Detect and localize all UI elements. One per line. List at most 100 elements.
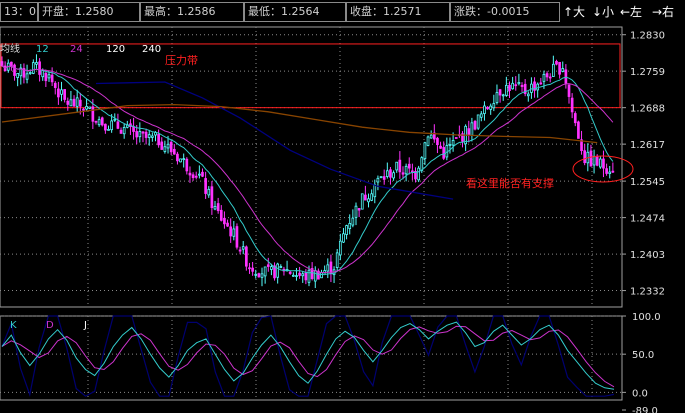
candle-body bbox=[213, 205, 217, 210]
candle-body bbox=[185, 158, 189, 172]
candle-body bbox=[78, 99, 82, 107]
candle-body bbox=[470, 122, 474, 136]
candle-body bbox=[194, 175, 198, 178]
candle-body bbox=[169, 141, 173, 153]
candle-body bbox=[41, 70, 45, 78]
scroll-left-button[interactable]: ←左 bbox=[620, 2, 642, 22]
candle-body bbox=[10, 61, 13, 67]
candle-body bbox=[395, 161, 399, 171]
candle-body bbox=[304, 272, 308, 281]
candle-body bbox=[263, 266, 267, 277]
candle-body bbox=[514, 84, 518, 87]
candle-body bbox=[608, 171, 612, 174]
candle-body bbox=[401, 172, 405, 175]
candle-body bbox=[489, 105, 493, 110]
candle-body bbox=[154, 132, 157, 136]
kdj-legend-d: D bbox=[46, 320, 54, 331]
candle-body bbox=[179, 158, 182, 163]
candle-body bbox=[335, 252, 339, 268]
candle-body bbox=[232, 228, 236, 237]
candle-body bbox=[219, 209, 223, 221]
candle-body bbox=[163, 146, 167, 152]
candle-body bbox=[72, 98, 76, 107]
resistance-zone-box bbox=[0, 43, 621, 109]
price-panel-frame bbox=[0, 26, 623, 308]
y-tick-label: 1.2474 bbox=[630, 214, 665, 225]
candle-body bbox=[389, 169, 392, 178]
y-tick-label: 1.2759 bbox=[630, 67, 665, 78]
candle-body bbox=[291, 274, 295, 277]
candle-body bbox=[288, 271, 292, 274]
candle-body bbox=[119, 129, 123, 134]
candle-body bbox=[429, 134, 433, 139]
scroll-right-button[interactable]: →右 bbox=[652, 2, 674, 22]
candle-body bbox=[132, 126, 135, 132]
candle-body bbox=[611, 170, 615, 173]
candle-body bbox=[364, 194, 367, 201]
candle-body bbox=[573, 113, 577, 124]
candle-body bbox=[542, 73, 546, 82]
candle-body bbox=[226, 222, 229, 227]
candle-body bbox=[116, 121, 120, 129]
candle-body bbox=[552, 63, 555, 77]
candle-body bbox=[57, 88, 60, 98]
candle-body bbox=[298, 272, 301, 276]
candle-body bbox=[50, 74, 54, 83]
candle-body bbox=[520, 84, 524, 87]
candle-body bbox=[147, 134, 151, 138]
candle-body bbox=[166, 143, 170, 149]
candle-body bbox=[454, 137, 458, 139]
candle-body bbox=[270, 266, 273, 270]
kdj-panel-frame bbox=[0, 315, 623, 401]
candle-body bbox=[602, 158, 605, 169]
candle-body bbox=[66, 100, 70, 105]
candle-body bbox=[107, 128, 110, 131]
candle-body bbox=[104, 123, 107, 131]
candle-body bbox=[223, 217, 226, 225]
legend-entry: 12 bbox=[36, 44, 49, 55]
candle-body bbox=[313, 270, 317, 282]
candle-body bbox=[75, 97, 79, 107]
candle-body bbox=[16, 73, 20, 78]
candle-body bbox=[467, 128, 471, 136]
candle-body bbox=[536, 83, 540, 91]
kdj-tick-label: 50.0 bbox=[632, 350, 654, 361]
candle-body bbox=[558, 61, 561, 75]
candle-body bbox=[135, 131, 139, 138]
ma24-line bbox=[1, 65, 614, 274]
y-tick-label: 1.2617 bbox=[630, 140, 665, 151]
candle-body bbox=[176, 153, 179, 162]
candle-body bbox=[276, 263, 280, 278]
candle-body bbox=[28, 72, 32, 74]
candle-body bbox=[530, 83, 533, 93]
candle-body bbox=[351, 217, 355, 226]
candle-body bbox=[451, 140, 455, 146]
candle-body bbox=[94, 120, 98, 123]
legend-entry: 120 bbox=[106, 44, 125, 55]
y-tick-label: 1.2545 bbox=[630, 177, 665, 188]
candle-body bbox=[110, 120, 113, 131]
candle-body bbox=[342, 233, 345, 243]
kdj-legend-j: J bbox=[83, 320, 87, 331]
kdj-tick-label: 0.0 bbox=[632, 388, 648, 399]
candle-body bbox=[141, 131, 145, 134]
candle-body bbox=[517, 82, 521, 85]
candle-body bbox=[91, 106, 95, 122]
zoom-in-button[interactable]: ↑大 bbox=[563, 2, 585, 22]
candle-body bbox=[248, 267, 251, 270]
candle-body bbox=[595, 155, 599, 166]
candle-body bbox=[207, 188, 211, 196]
zoom-out-button[interactable]: ↓小 bbox=[592, 2, 614, 22]
candle-body bbox=[235, 226, 239, 248]
candle-body bbox=[157, 133, 160, 146]
candle-body bbox=[495, 92, 499, 103]
kline-chart[interactable]: 1.2830 1.2759 1.2688 1.2617 1.2545 1.2474 1.24… bbox=[0, 24, 685, 413]
candle-body bbox=[251, 267, 254, 272]
candle-body bbox=[526, 93, 530, 97]
candle-body bbox=[241, 246, 245, 250]
candle-body bbox=[188, 172, 192, 176]
candle-body bbox=[301, 273, 305, 277]
j-line bbox=[1, 315, 615, 397]
candle-body bbox=[354, 205, 358, 218]
candle-body bbox=[367, 198, 370, 203]
